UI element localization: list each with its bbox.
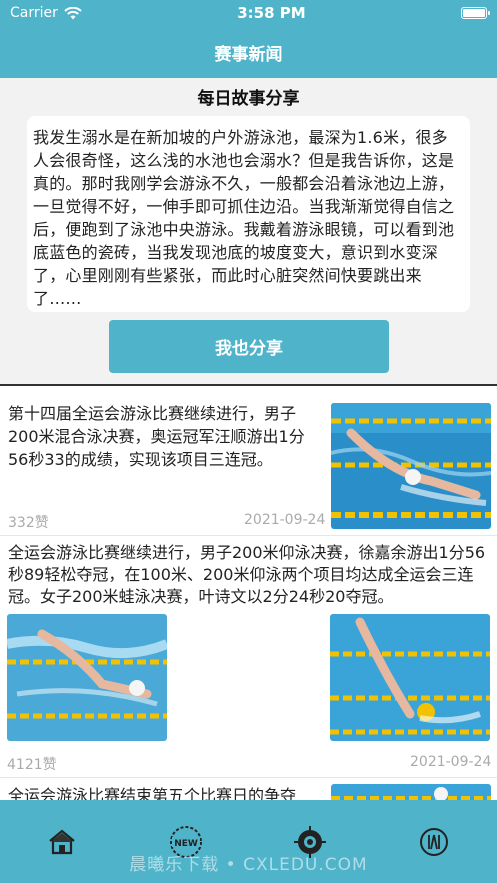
app-header: Carrier 3:58 PM 赛事新闻 bbox=[0, 0, 497, 78]
swimmer-photo bbox=[331, 784, 491, 800]
news-title: 全运会游泳比赛继续进行，男子200米仰泳决赛，徐嘉余游出1分56秒89轻松夺冠，… bbox=[8, 543, 486, 606]
news-date: 2021-09-24 bbox=[244, 512, 326, 528]
page-title: 赛事新闻 bbox=[214, 45, 283, 65]
swimmer-photo bbox=[331, 403, 491, 529]
status-bar: Carrier 3:58 PM bbox=[0, 0, 497, 26]
news-title: 全运会游泳比赛结束第五个比赛日的争夺 bbox=[8, 786, 297, 800]
news-item[interactable]: 第十四届全运会游泳比赛继续进行，男子200米混合泳决赛，奥运冠军汪顺游出1分56… bbox=[0, 386, 497, 536]
carrier-label: Carrier bbox=[10, 5, 58, 21]
news-item[interactable]: 全运会游泳比赛结束第五个比赛日的争夺 bbox=[0, 778, 497, 800]
likes-count: 332赞 bbox=[8, 515, 49, 531]
swimmer-photo bbox=[330, 614, 490, 741]
status-left: Carrier bbox=[10, 5, 82, 21]
news-feed[interactable]: 第十四届全运会游泳比赛继续进行，男子200米混合泳决赛，奥运冠军汪顺游出1分56… bbox=[0, 386, 497, 800]
story-title: 每日故事分享 bbox=[197, 89, 300, 109]
news-date: 2021-09-24 bbox=[410, 754, 492, 770]
wifi-icon bbox=[64, 6, 82, 20]
daily-story-section: 每日故事分享 我发生溺水是在新加坡的户外游泳池，最深为1.6米，很多人会很奇怪，… bbox=[0, 78, 497, 384]
story-text: 我发生溺水是在新加坡的户外游泳池，最深为1.6米，很多人会很奇怪，这么浅的水池也… bbox=[33, 128, 455, 308]
watermark-text: 晨曦乐下载 • CXLEDU.COM bbox=[129, 855, 368, 875]
news-title: 第十四届全运会游泳比赛继续进行，男子200米混合泳决赛，奥运冠军汪顺游出1分56… bbox=[8, 404, 305, 469]
news-item[interactable]: 全运会游泳比赛继续进行，男子200米仰泳决赛，徐嘉余游出1分56秒89轻松夺冠，… bbox=[0, 536, 497, 778]
swimmer-photo bbox=[7, 614, 167, 741]
likes-count: 4121赞 bbox=[7, 757, 57, 773]
battery-icon bbox=[461, 7, 490, 19]
news-badge: NEW bbox=[174, 839, 198, 849]
status-time: 3:58 PM bbox=[237, 4, 306, 22]
share-button[interactable]: 我也分享 bbox=[109, 320, 389, 373]
story-card[interactable]: 我发生溺水是在新加坡的户外游泳池，最深为1.6米，很多人会很奇怪，这么浅的水池也… bbox=[27, 116, 470, 312]
